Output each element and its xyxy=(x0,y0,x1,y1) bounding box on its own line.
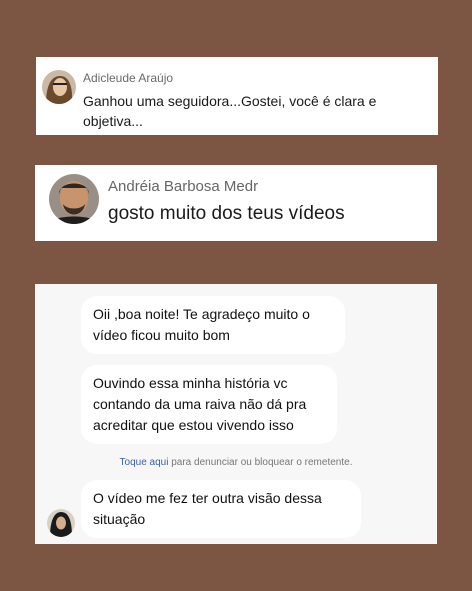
message-bubble: Ouvindo essa minha história vc contando … xyxy=(81,365,337,444)
avatar[interactable] xyxy=(49,174,99,224)
message-bubble: O vídeo me fez ter outra visão dessa sit… xyxy=(81,480,361,538)
comment-text: Ganhou uma seguidora...Gostei, você é cl… xyxy=(83,93,377,129)
comment-card-2: Andréia Barbosa Medr gosto muito dos teu… xyxy=(35,165,437,241)
report-notice-text: para denunciar ou bloquear o remetente. xyxy=(168,457,353,468)
message-bubble: Oii ,boa noite! Te agradeço muito o víde… xyxy=(81,296,345,354)
comment-card-1: Adicleude Araújo Ganhou uma seguidora...… xyxy=(36,57,438,135)
comment-text: gosto muito dos teus vídeos xyxy=(108,203,345,224)
chat-panel: Oii ,boa noite! Te agradeço muito o víde… xyxy=(35,284,437,544)
report-link[interactable]: Toque aqui xyxy=(120,457,169,468)
avatar[interactable] xyxy=(47,509,75,537)
comment-author[interactable]: Andréia Barbosa Medr xyxy=(108,178,258,195)
avatar[interactable] xyxy=(42,70,76,104)
report-notice: Toque aqui para denunciar ou bloquear o … xyxy=(35,457,437,468)
comment-author[interactable]: Adicleude Araújo xyxy=(83,71,173,85)
